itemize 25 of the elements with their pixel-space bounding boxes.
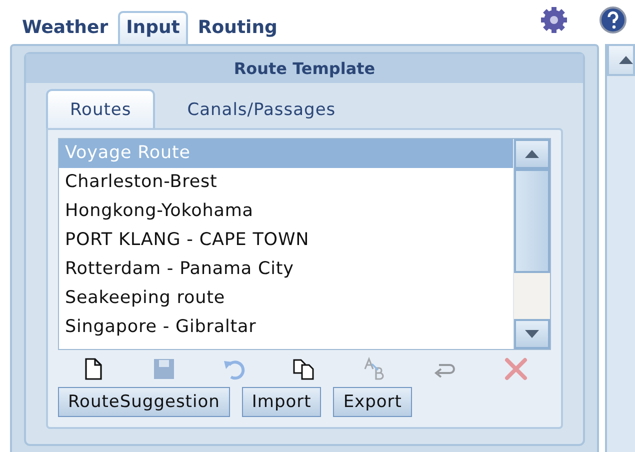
help-icon[interactable] bbox=[599, 6, 627, 34]
main-tab[interactable]: Routing bbox=[190, 11, 286, 44]
action-button[interactable]: Export bbox=[333, 387, 412, 417]
scroll-up-button[interactable] bbox=[514, 139, 550, 169]
route-item[interactable]: Rotterdam - Panama City bbox=[59, 255, 513, 284]
scroll-up-button[interactable] bbox=[607, 44, 635, 76]
action-button[interactable]: Import bbox=[242, 387, 322, 417]
route-item[interactable]: Seakeeping route bbox=[59, 284, 513, 313]
scrollbar[interactable] bbox=[513, 139, 550, 349]
panel-title: Route Template bbox=[26, 54, 583, 83]
main-tab[interactable]: Weather bbox=[14, 11, 116, 44]
sub-tab[interactable]: Routes bbox=[46, 89, 156, 128]
sub-tab[interactable]: Canals/Passages bbox=[163, 89, 360, 128]
settings-icon[interactable] bbox=[539, 7, 569, 33]
down-arrow-icon bbox=[525, 330, 539, 338]
route-item[interactable]: PORT KLANG - CAPE TOWN bbox=[59, 226, 513, 255]
up-arrow-icon bbox=[525, 150, 539, 158]
route-item[interactable]: Singapore - Gibraltar bbox=[59, 313, 513, 342]
route-item[interactable]: Hongkong-Yokohama bbox=[59, 197, 513, 226]
up-arrow-icon bbox=[619, 56, 633, 64]
main-tab[interactable]: Input bbox=[118, 11, 188, 44]
route-item[interactable]: Charleston-Brest bbox=[59, 168, 513, 197]
scroll-down-button[interactable] bbox=[514, 319, 550, 349]
scroll-thumb[interactable] bbox=[514, 169, 550, 273]
action-button[interactable]: RouteSuggestion bbox=[58, 387, 230, 417]
